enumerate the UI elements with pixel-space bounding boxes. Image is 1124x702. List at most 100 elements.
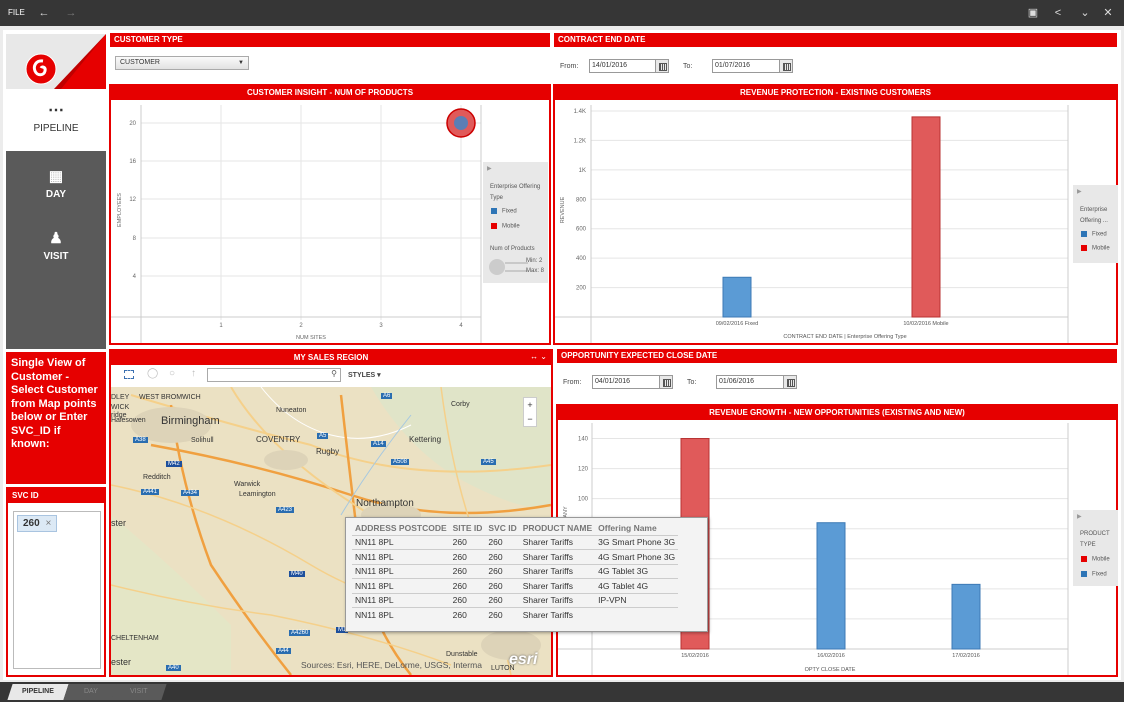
legend-item-fixed[interactable]: Fixed <box>491 208 517 215</box>
table-cell: NN11 8PL <box>352 592 450 608</box>
map-options-icon[interactable]: ↔ ⌄ <box>530 352 547 361</box>
contract-from-date[interactable]: 14/01/2016 <box>589 59 669 73</box>
bar[interactable] <box>816 522 846 650</box>
table-cell: 260 <box>485 549 520 564</box>
tab-visit[interactable]: VISIT <box>111 684 167 700</box>
legend-min: Min: 2 <box>526 258 543 264</box>
road-label: A441 <box>141 489 160 495</box>
opportunity-to-date[interactable]: 01/06/2016 <box>716 375 797 389</box>
map-place-label: Kettering <box>409 435 442 444</box>
expand-icon[interactable]: ▶ <box>1077 513 1082 520</box>
table-cell: 260 <box>449 607 486 622</box>
map-search-input[interactable]: ⚲ <box>207 368 341 382</box>
popup-table: ADDRESS POSTCODE SITE ID SVC ID PRODUCT … <box>352 522 679 622</box>
calendar-icon[interactable] <box>779 59 793 73</box>
styles-button[interactable]: STYLES ▾ <box>348 371 381 379</box>
map-place-label: ester <box>111 657 132 667</box>
tab-day[interactable]: DAY <box>63 684 119 700</box>
polygon-icon[interactable]: ○ <box>169 368 175 379</box>
svc-id-input[interactable]: 260 × <box>13 511 101 669</box>
forward-arrow-icon[interactable]: → <box>64 6 78 20</box>
legend-label: Fixed <box>1092 231 1107 238</box>
road-label: A508 <box>391 459 410 465</box>
y-tick: 8 <box>133 236 137 242</box>
customer-type-select[interactable]: CUSTOMER ▼ <box>115 56 249 70</box>
remove-tag-icon[interactable]: × <box>45 518 51 529</box>
opportunity-from-label: From: <box>563 379 582 386</box>
legend-label: Fixed <box>502 208 517 215</box>
zoom-out-button[interactable]: − <box>524 412 536 426</box>
contract-to-date[interactable]: 01/07/2016 <box>712 59 793 73</box>
map-place-label: Redditch <box>143 474 171 481</box>
y-tick: 1K <box>579 168 586 174</box>
table-cell: Sharer Tariffs <box>519 607 596 622</box>
share-icon[interactable]: < <box>1051 6 1065 20</box>
bar[interactable] <box>722 276 752 318</box>
top-bar: FILE ← → ▣ < ⌄ ✕ <box>0 0 1124 26</box>
table-row[interactable]: NN11 8PL 260 260 Sharer Tariffs 4G Tablet 3G <box>352 563 679 579</box>
legend-item-fixed[interactable]: Fixed <box>1081 231 1107 238</box>
road-label: A44 <box>276 648 291 654</box>
date-value: 14/01/2016 <box>592 62 628 69</box>
file-menu[interactable]: FILE <box>8 0 25 26</box>
nav-visit[interactable]: ♟ VISIT <box>6 229 106 262</box>
calendar-icon[interactable] <box>659 375 673 389</box>
table-row[interactable]: NN11 8PL 260 260 Sharer Tariffs 4G Smart Pho… <box>352 549 679 564</box>
road-label: A38 <box>133 437 148 443</box>
column-header: SITE ID <box>452 523 483 534</box>
table-cell: NN11 8PL <box>352 578 450 593</box>
table-cell: Sharer Tariffs <box>519 563 596 579</box>
opportunity-from-date[interactable]: 04/01/2016 <box>592 375 673 389</box>
tab-label: VISIT <box>130 688 148 695</box>
customer-type-header: CUSTOMER TYPE <box>110 33 550 47</box>
table-cell: 260 <box>485 563 520 579</box>
tab-pipeline[interactable]: PIPELINE <box>7 684 69 700</box>
road-label: A6 <box>381 393 393 399</box>
x-tick: 10/02/2016 Mobile <box>903 321 948 327</box>
nav-pipeline[interactable]: ⋯ PIPELINE <box>6 89 106 151</box>
map-popup[interactable]: ADDRESS POSTCODE SITE ID SVC ID PRODUCT … <box>345 517 708 632</box>
y-tick: 600 <box>576 227 587 233</box>
calendar-icon[interactable] <box>783 375 797 389</box>
table-cell: Sharer Tariffs <box>519 592 596 608</box>
table-row[interactable]: NN11 8PL 260 260 Sharer Tariffs 4G Tablet 4G <box>352 578 679 593</box>
expand-icon[interactable]: ▶ <box>487 165 492 172</box>
revenue-protection-title: REVENUE PROTECTION - EXISTING CUSTOMERS <box>555 86 1116 100</box>
map-place-label: COVENTRY <box>256 435 301 444</box>
svc-id-title: SVC ID <box>8 489 104 503</box>
scatter-points <box>446 108 476 138</box>
y-tick: 120 <box>578 467 589 473</box>
present-icon[interactable]: ▣ <box>1026 6 1040 20</box>
legend-item-mobile[interactable]: Mobile <box>1081 556 1110 563</box>
tab-label: DAY <box>84 688 98 695</box>
legend-item-fixed[interactable]: Fixed <box>1081 571 1107 578</box>
y-tick: 100 <box>578 497 589 503</box>
y-tick: 20 <box>129 121 136 127</box>
back-arrow-icon[interactable]: ← <box>37 6 51 20</box>
lasso-icon[interactable]: ◯ <box>147 368 158 379</box>
bar[interactable] <box>911 116 941 318</box>
map-place-label: Solihull <box>191 437 214 444</box>
legend-item-mobile[interactable]: Mobile <box>1081 245 1110 252</box>
table-row[interactable]: NN11 8PL 260 260 Sharer Tariffs IP-VPN <box>352 592 679 608</box>
zoom-in-button[interactable]: + <box>524 398 536 412</box>
map-place-label: WEST BROMWICH <box>139 394 201 401</box>
close-icon[interactable]: ✕ <box>1101 6 1115 20</box>
expand-icon[interactable]: ▶ <box>1077 188 1082 195</box>
table-cell: 3G Smart Phone 3G <box>595 534 679 550</box>
legend-label: Fixed <box>1092 571 1107 578</box>
table-row[interactable]: NN11 8PL 260 260 Sharer Tariffs 3G Smart Pho… <box>352 534 679 550</box>
pin-icon[interactable]: ↑ <box>191 368 196 379</box>
select-region-icon[interactable] <box>124 370 134 379</box>
legend-max: Max: 8 <box>526 268 545 274</box>
legend-item-mobile[interactable]: Mobile <box>491 223 520 230</box>
customer-type-title: CUSTOMER TYPE <box>110 33 550 47</box>
bar[interactable] <box>951 583 981 650</box>
y-axis-label: REVENUE <box>560 196 566 223</box>
table-row[interactable]: NN11 8PL 260 260 Sharer Tariffs <box>352 607 679 622</box>
collapse-icon[interactable]: ⌄ <box>1078 6 1092 20</box>
legend-label: Mobile <box>1092 556 1110 563</box>
nav-day[interactable]: ▦ DAY <box>6 167 106 200</box>
map-toolbar: ◯ ○ ↑ ⚲ STYLES ▾ <box>111 365 551 387</box>
calendar-icon[interactable] <box>655 59 669 73</box>
